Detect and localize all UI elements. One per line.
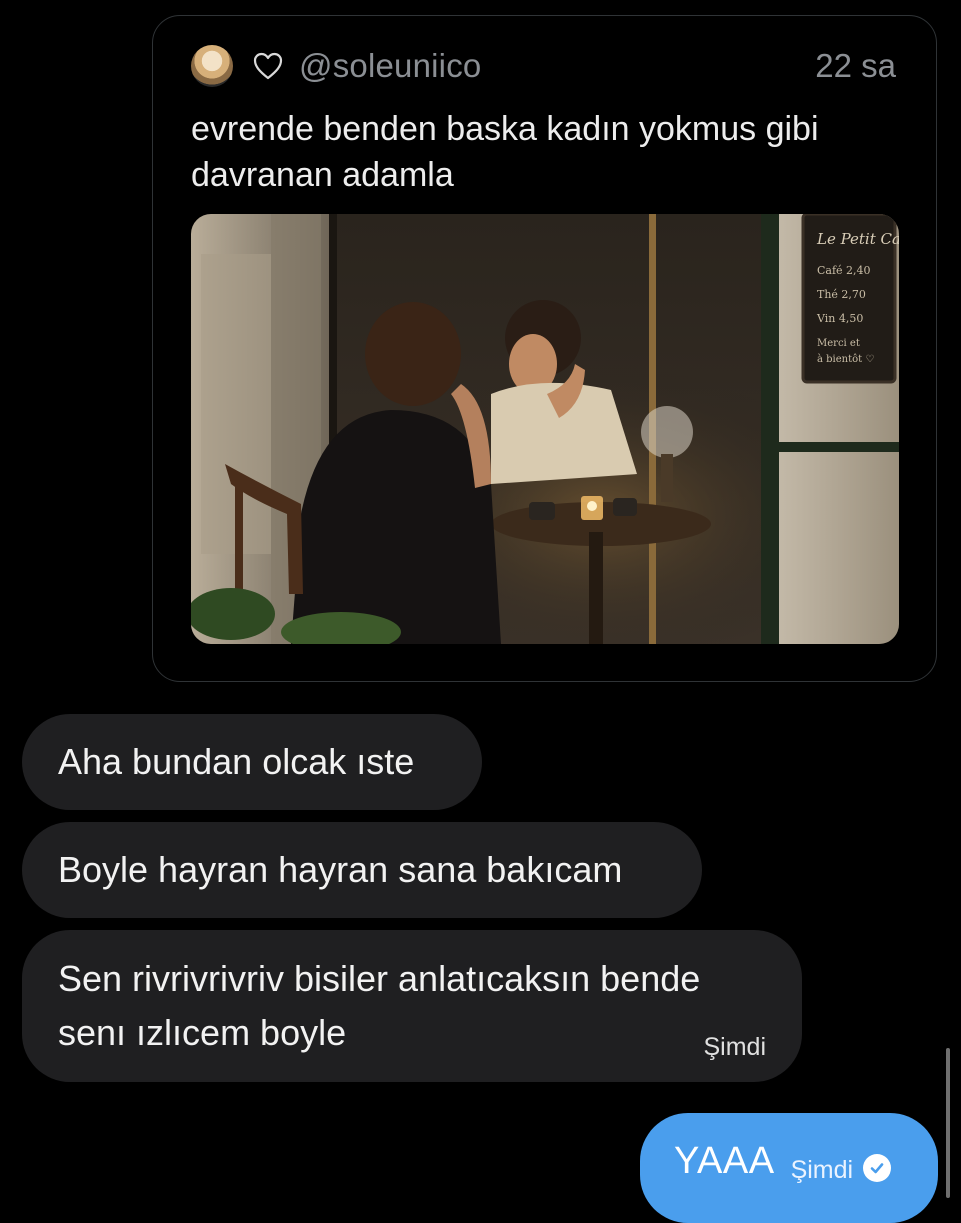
heart-outline-icon[interactable] (251, 49, 285, 83)
svg-text:Merci et: Merci et (817, 338, 860, 349)
read-check-icon (863, 1154, 892, 1182)
quoted-post-photo[interactable]: Le Petit Café Café 2,40 Thé 2,70 Vin 4,5… (191, 214, 899, 644)
message-timestamp: Şimdi (790, 1156, 854, 1184)
message-text-line-2: senı ızlıcem boyle (58, 1012, 347, 1053)
quoted-post-header: @soleuniico 22 sa (191, 44, 896, 88)
message-text-line-1: Sen rivrivrivriv bisiler anlatıcaksın be… (58, 958, 701, 999)
svg-text:à bientôt ♡: à bientôt ♡ (817, 354, 874, 365)
message-text: Boyle hayran hayran sana bakıcam (58, 849, 623, 890)
sign-title: Le Petit Café (816, 230, 899, 248)
post-timestamp: 22 sa (815, 47, 896, 84)
outgoing-message[interactable]: YAAA Şimdi (640, 1113, 938, 1223)
author-handle[interactable]: @soleuniico (299, 47, 481, 85)
message-timestamp: Şimdi (703, 1033, 766, 1061)
scrollbar[interactable] (946, 1048, 950, 1198)
incoming-message[interactable]: Aha bundan olcak ıste (22, 714, 482, 810)
quoted-post-text: evrende benden baska kadın yokmus gibi d… (191, 110, 819, 194)
svg-text:Vin 4,50: Vin 4,50 (816, 312, 863, 325)
incoming-message[interactable]: Boyle hayran hayran sana bakıcam (22, 822, 702, 918)
svg-text:Thé 2,70: Thé 2,70 (817, 288, 866, 301)
avatar[interactable] (191, 45, 233, 87)
svg-text:Café 2,40: Café 2,40 (817, 264, 871, 277)
quoted-post-card[interactable]: @soleuniico 22 sa evrende benden baska k… (152, 15, 937, 682)
message-text: Aha bundan olcak ıste (58, 741, 415, 782)
message-text: YAAA (674, 1140, 775, 1182)
incoming-message[interactable]: Sen rivrivrivriv bisiler anlatıcaksın be… (22, 930, 802, 1082)
